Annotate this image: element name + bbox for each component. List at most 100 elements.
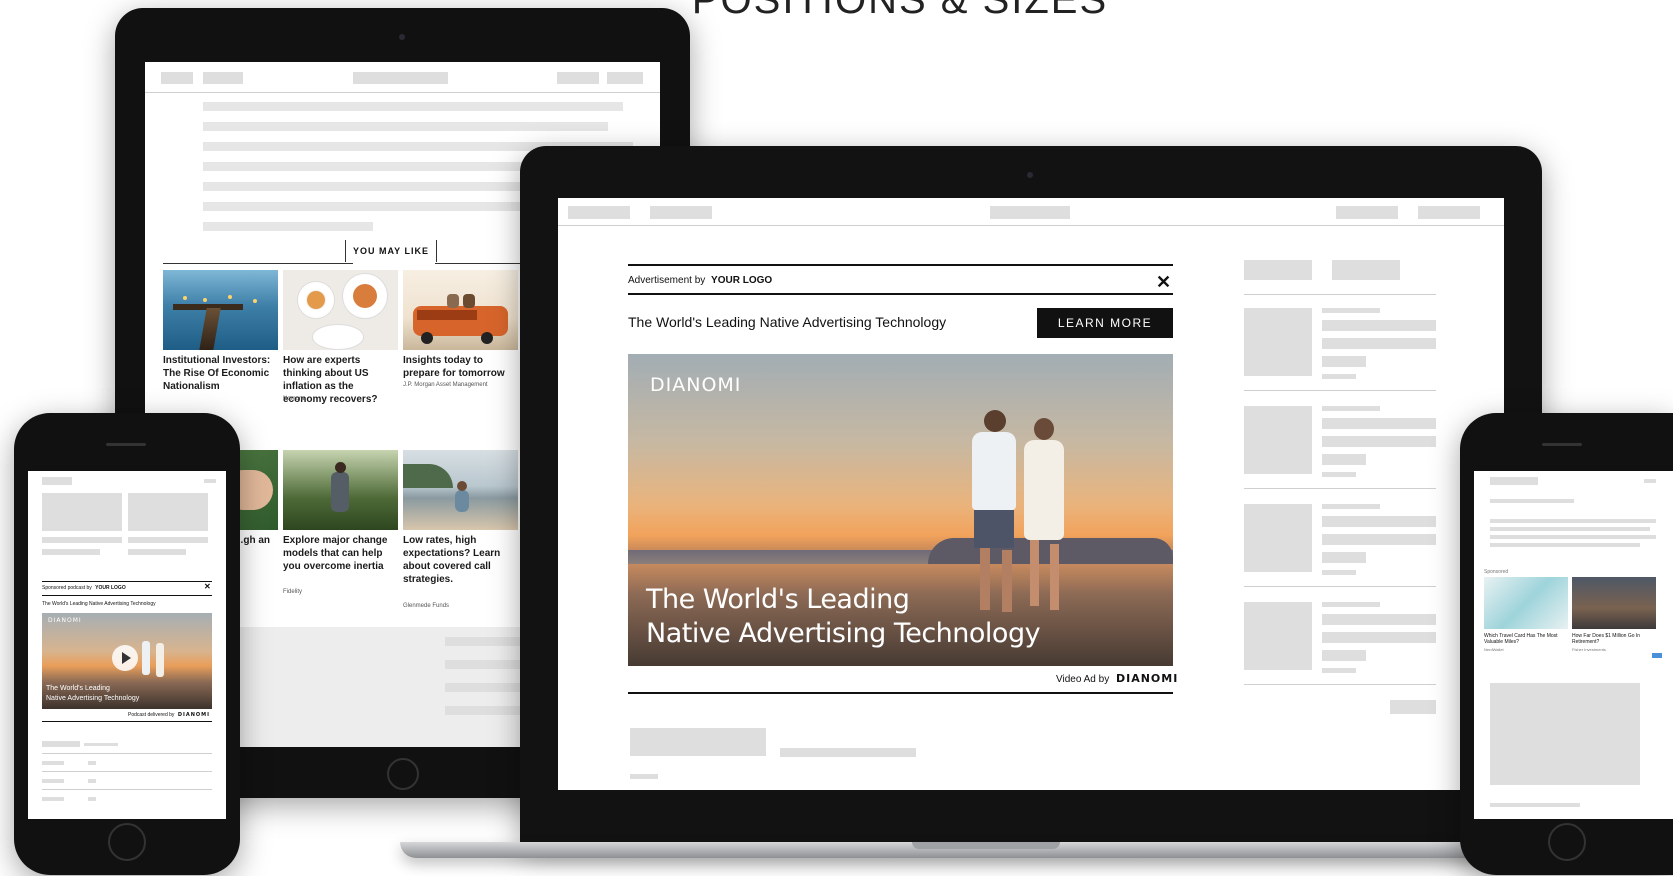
phone-left-credit-prefix: Podcast delivered by [128, 712, 175, 718]
sidebar-tab[interactable] [1332, 260, 1400, 280]
close-icon[interactable]: ✕ [1156, 273, 1171, 291]
article-title[interactable]: Institutional Investors: The Rise Of Eco… [163, 354, 275, 393]
article-title[interactable]: Low rates, high expectations? Learn abou… [403, 534, 515, 586]
sidebar-item-thumb[interactable] [1244, 308, 1312, 376]
sidebar-item-line [1322, 320, 1436, 331]
phone-left-video-player[interactable]: DIANOMI The World's Leading Native Adver… [42, 613, 212, 709]
sidebar-item-thumb[interactable] [1244, 406, 1312, 474]
phone-right-menu-icon[interactable] [1644, 479, 1656, 483]
tablet-nav-item[interactable] [203, 72, 243, 84]
sidebar-divider [1244, 294, 1436, 295]
article-title[interactable]: Explore major change models that can hel… [283, 534, 395, 573]
phone-right-device: Sponsored Which Travel Card Has The Most… [1460, 413, 1673, 875]
phone-right-card-thumb[interactable] [1572, 577, 1656, 629]
phone-left-placeholder [42, 537, 122, 543]
laptop-nav-item[interactable] [1418, 206, 1480, 219]
sidebar-item-line [1322, 632, 1436, 643]
phone-right-home-button[interactable] [1548, 823, 1586, 861]
video-person [972, 432, 1016, 510]
phone-left-device: Sponsored podcast by YOUR LOGO ✕ The Wor… [14, 413, 240, 875]
phone-left-screen: Sponsored podcast by YOUR LOGO ✕ The Wor… [28, 471, 226, 819]
phone-right-card-title[interactable]: How Far Does $1 Million Go In Retirement… [1572, 633, 1656, 645]
laptop-nav-item[interactable] [1336, 206, 1398, 219]
tablet-section-label: YOU MAY LIKE [345, 240, 437, 262]
laptop-nav-item[interactable] [650, 206, 712, 219]
tablet-nav-item[interactable] [161, 72, 193, 84]
sidebar-item-line [1322, 516, 1436, 527]
ad-attribution-logo[interactable]: YOUR LOGO [711, 275, 772, 286]
article-thumbnail-pier[interactable] [163, 270, 278, 350]
phone-left-placeholder [42, 779, 64, 783]
laptop-nav-item[interactable] [568, 206, 630, 219]
page-headline: POSITIONS & SIZES [691, 0, 1109, 22]
close-icon[interactable]: ✕ [204, 583, 211, 591]
sidebar-item-line [1322, 356, 1366, 367]
phone-right-placeholder [1490, 543, 1640, 547]
phone-left-credit-brand[interactable]: DIANOMI [178, 712, 210, 718]
sidebar-more-button[interactable] [1390, 700, 1436, 714]
phone-right-card-title[interactable]: Which Travel Card Has The Most Valuable … [1484, 633, 1568, 645]
phone-left-placeholder [42, 741, 80, 747]
phone-right-ad-badge[interactable] [1652, 653, 1662, 658]
phone-left-sponsor-prefix: Sponsored podcast by [42, 585, 92, 591]
phone-left-speaker [106, 443, 146, 446]
sidebar-item-line [1322, 668, 1356, 673]
sidebar-item-line [1322, 552, 1366, 563]
sidebar-item-line [1322, 454, 1366, 465]
sidebar-item-thumb[interactable] [1244, 602, 1312, 670]
ad-header-rule [628, 293, 1173, 295]
ad-headline[interactable]: The World's Leading Native Advertising T… [628, 314, 946, 330]
phone-left-placeholder [128, 493, 208, 531]
tablet-text-line [445, 637, 525, 646]
tablet-logo-placeholder [353, 72, 448, 84]
phone-left-placeholder [128, 537, 208, 543]
learn-more-button[interactable]: LEARN MORE [1037, 308, 1173, 338]
tablet-nav-item[interactable] [607, 72, 643, 84]
ad-bottom-rule [628, 692, 1173, 694]
sidebar-item-line [1322, 308, 1380, 313]
phone-left-placeholder [42, 761, 64, 765]
article-thumbnail-food[interactable] [283, 270, 398, 350]
article-thumbnail-hiker[interactable] [283, 450, 398, 530]
phone-left-menu-icon[interactable] [204, 479, 216, 483]
article-title[interactable]: ...gh an [235, 534, 275, 547]
article-source: Nomura [283, 396, 305, 402]
tablet-home-button[interactable] [387, 758, 419, 790]
ad-attribution-prefix: Advertisement by [628, 275, 706, 286]
phone-left-sponsor-logo[interactable]: YOUR LOGO [95, 585, 126, 591]
sidebar-item-line [1322, 650, 1366, 661]
article-title[interactable]: Insights today to prepare for tomorrow [403, 354, 515, 380]
phone-right-placeholder [1490, 803, 1580, 807]
tablet-nav-item[interactable] [557, 72, 599, 84]
sidebar-item-thumb[interactable] [1244, 504, 1312, 572]
article-thumbnail-beach[interactable] [403, 450, 518, 530]
phone-right-placeholder [1490, 519, 1656, 523]
phone-left-placeholder [88, 761, 96, 765]
phone-left-placeholder [42, 797, 64, 801]
sidebar-item-line [1322, 534, 1436, 545]
tablet-text-line [445, 683, 525, 692]
phone-left-ad-rule [42, 581, 212, 582]
phone-right-placeholder [1490, 683, 1640, 785]
sidebar-item-line [1322, 406, 1380, 411]
sidebar-item-line [1322, 472, 1356, 477]
sidebar-tab[interactable] [1244, 260, 1312, 280]
phone-left-credit: Podcast delivered by DIANOMI [128, 712, 210, 718]
sidebar-item-line [1322, 614, 1436, 625]
laptop-notch [912, 842, 1060, 849]
play-icon[interactable] [112, 645, 138, 671]
phone-left-home-button[interactable] [108, 823, 146, 861]
tablet-text-line [203, 222, 373, 231]
article-thumbnail-van[interactable] [403, 270, 518, 350]
article-source: J.P. Morgan Asset Management [403, 382, 488, 388]
phone-right-card-thumb[interactable] [1484, 577, 1568, 629]
video-brand-logo: DIANOMI [650, 374, 742, 396]
ad-video-player[interactable]: DIANOMI The World's Leading Native Adver… [628, 354, 1173, 666]
phone-left-placeholder [42, 549, 100, 555]
phone-right-placeholder [1490, 499, 1574, 503]
phone-left-ad-rule [42, 595, 212, 596]
sidebar-item-line [1322, 374, 1356, 379]
tablet-nav-divider [145, 92, 660, 93]
phone-left-ad-headline[interactable]: The World's Leading Native Advertising T… [42, 601, 156, 607]
video-credit-brand[interactable]: DIANOMI [1116, 672, 1178, 685]
